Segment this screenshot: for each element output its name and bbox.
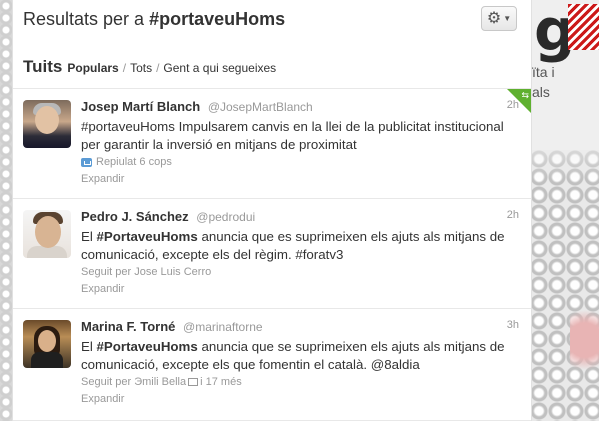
- hashtag-link[interactable]: #PortaveuHoms: [97, 339, 198, 354]
- tweet-filter-tabs: Tuits Populars / Tots / Gent a qui segue…: [23, 57, 277, 76]
- tab-populars[interactable]: Populars: [67, 61, 118, 75]
- tab-tots[interactable]: Tots: [130, 61, 152, 75]
- retweet-count-icon: [81, 157, 92, 167]
- tweet-timestamp[interactable]: 3h: [507, 319, 519, 331]
- tweet-header: Marina F. Torné @marinaftorne: [81, 319, 519, 334]
- avatar[interactable]: [23, 100, 71, 148]
- tweet-item[interactable]: Marina F. Torné @marinaftorne 3h El #Por…: [13, 309, 531, 421]
- search-query: #portaveuHoms: [149, 9, 286, 29]
- tweet-text: El #PortaveuHoms anuncia que se suprimei…: [81, 339, 505, 372]
- tweet-meta: Repiulat 6 cops: [81, 156, 519, 168]
- background-spheres: [530, 150, 599, 421]
- tweet-author-handle[interactable]: @marinaftorne: [183, 320, 263, 334]
- tweet-item[interactable]: ⇆ Josep Martí Blanch @JosepMartBlanch 2h…: [13, 89, 531, 199]
- settings-menu-button[interactable]: ⚙ ▼: [481, 6, 517, 31]
- results-header: Resultats per a #portaveuHoms ⚙ ▼ Tuits …: [13, 0, 531, 89]
- tweet-text: El #PortaveuHoms anuncia que es suprimei…: [81, 229, 505, 262]
- tweet-author-handle[interactable]: @pedrodui: [196, 210, 255, 224]
- tweet-item[interactable]: Pedro J. Sánchez @pedrodui 2h El #Portav…: [13, 199, 531, 309]
- tweet-text: #portaveuHoms Impulsarem canvis en la ll…: [81, 119, 504, 152]
- tweet-timestamp[interactable]: 2h: [507, 209, 519, 221]
- hashtag-link[interactable]: #PortaveuHoms: [97, 229, 198, 244]
- background-side-text: ïta i als: [532, 64, 555, 100]
- background-right-decoration: g ïta i als: [530, 0, 599, 421]
- tweet-author-name[interactable]: Pedro J. Sánchez: [81, 209, 189, 224]
- page-title: Resultats per a #portaveuHoms: [23, 9, 286, 29]
- tweet-author-name[interactable]: Marina F. Torné: [81, 319, 175, 334]
- tab-following[interactable]: Gent a qui segueixes: [163, 61, 276, 75]
- tweet-header: Pedro J. Sánchez @pedrodui: [81, 209, 519, 224]
- message-icon: [188, 378, 199, 386]
- tweet-header: Josep Martí Blanch @JosepMartBlanch: [81, 99, 519, 114]
- avatar[interactable]: [23, 320, 71, 368]
- search-results-panel: Resultats per a #portaveuHoms ⚙ ▼ Tuits …: [12, 0, 532, 421]
- chevron-down-icon: ▼: [503, 14, 512, 23]
- gear-icon: ⚙: [486, 9, 502, 27]
- tweet-author-handle[interactable]: @JosepMartBlanch: [208, 100, 313, 114]
- expand-link[interactable]: Expandir: [81, 393, 519, 405]
- background-red-stripes: [568, 4, 599, 50]
- tweet-meta: Seguit per Эmili Bella i 17 més: [81, 376, 242, 388]
- expand-link[interactable]: Expandir: [81, 283, 519, 295]
- retweet-icon: ⇆: [521, 90, 529, 100]
- tweets-heading: Tuits: [23, 57, 63, 76]
- tweet-author-name[interactable]: Josep Martí Blanch: [81, 99, 200, 114]
- tweet-meta: Seguit per Jose Luis Cerro: [81, 266, 212, 278]
- expand-link[interactable]: Expandir: [81, 173, 519, 185]
- avatar[interactable]: [23, 210, 71, 258]
- tweet-timestamp[interactable]: 2h: [507, 99, 519, 111]
- hashtag-link[interactable]: #portaveuHoms: [81, 119, 175, 134]
